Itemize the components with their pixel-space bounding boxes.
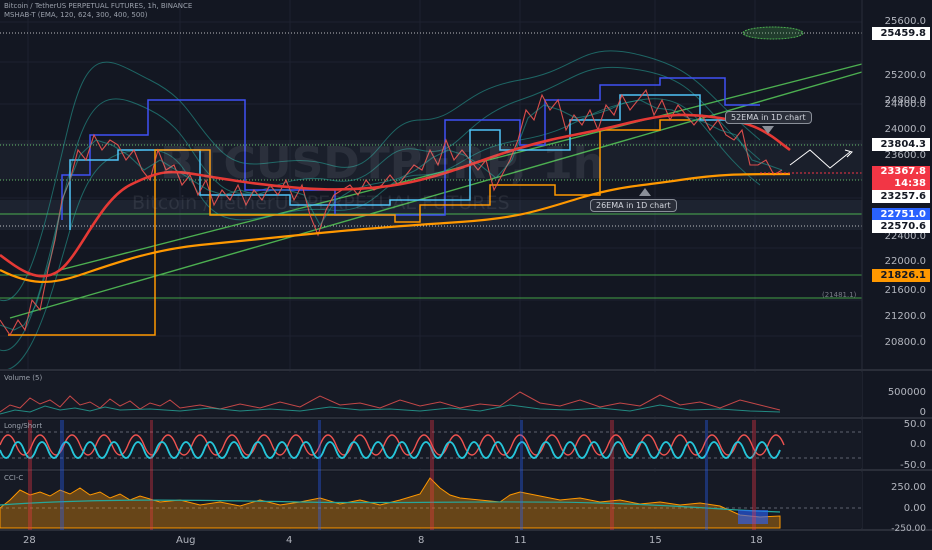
level-badge: 23257.6: [872, 190, 930, 203]
price-tick: 25200.0: [884, 70, 926, 81]
cci-tick: -250.00: [891, 524, 926, 534]
price-tick: 20800.0: [884, 337, 926, 348]
ema52-annotation[interactable]: 52EMA in 1D chart: [725, 111, 812, 124]
symbol-title[interactable]: Bitcoin / TetherUS PERPETUAL FUTURES, 1h…: [4, 2, 192, 10]
time-tick: 4: [286, 535, 293, 546]
cci-tick: 0.00: [903, 503, 926, 514]
time-tick: 15: [649, 535, 662, 546]
time-tick: 18: [750, 535, 763, 546]
current-price-badge: 23367.8 14:38: [872, 166, 930, 190]
longshort-pane-title[interactable]: Long/Short: [4, 422, 42, 430]
volume-bars: [0, 372, 862, 416]
chart-window: Bitcoin / TetherUS PERPETUAL FUTURES, 1h…: [0, 0, 932, 550]
watermark-ticker: BTCUSDTPERP, 1h: [160, 138, 605, 189]
current-price-value: 23367.8: [880, 166, 926, 177]
volume-tick: 500000: [887, 387, 926, 398]
volume-tick: 0: [919, 407, 926, 418]
level-badge-top: 25459.8: [872, 27, 930, 40]
time-tick: 28: [23, 535, 36, 546]
volume-pane-title[interactable]: Volume (5): [4, 374, 42, 382]
cci-tick: 250.00: [891, 482, 926, 493]
level-badge: 23804.3: [872, 138, 930, 151]
watermark-description: Bitcoin / TetherUS PERPETUAL FUTURES: [132, 192, 510, 214]
level-badge-orange: 21826.1: [872, 269, 930, 282]
longshort-tick: 50.0: [903, 419, 926, 430]
price-tick: 24400.0: [884, 99, 926, 110]
indicator-title[interactable]: MSHAB-T (EMA, 120, 624, 300, 400, 500): [4, 11, 148, 19]
price-tick: 21600.0: [884, 285, 926, 296]
price-tick: 21200.0: [884, 311, 926, 322]
cci-pane-title[interactable]: CCI-C: [4, 474, 23, 482]
ema26-arrow-icon: [639, 188, 651, 196]
price-tick: 25600.0: [884, 16, 926, 27]
price-tick: 22000.0: [884, 256, 926, 267]
bar-countdown: 14:38: [894, 178, 926, 189]
longshort-tick: 0.0: [910, 439, 926, 450]
price-tick: 23600.0: [884, 150, 926, 161]
time-tick: 11: [514, 535, 527, 546]
price-tick: 24000.0: [884, 124, 926, 135]
trend-lines: [9, 63, 863, 319]
ema26-annotation[interactable]: 26EMA in 1D chart: [590, 199, 677, 212]
level-badge: 22570.6: [872, 220, 930, 233]
target-ellipse: [742, 26, 804, 40]
price-chart[interactable]: [0, 0, 932, 550]
time-tick: 8: [418, 535, 425, 546]
longshort-tick: -50.0: [900, 460, 926, 471]
level-note: (21481.1): [822, 291, 857, 299]
time-tick: Aug: [176, 535, 196, 546]
